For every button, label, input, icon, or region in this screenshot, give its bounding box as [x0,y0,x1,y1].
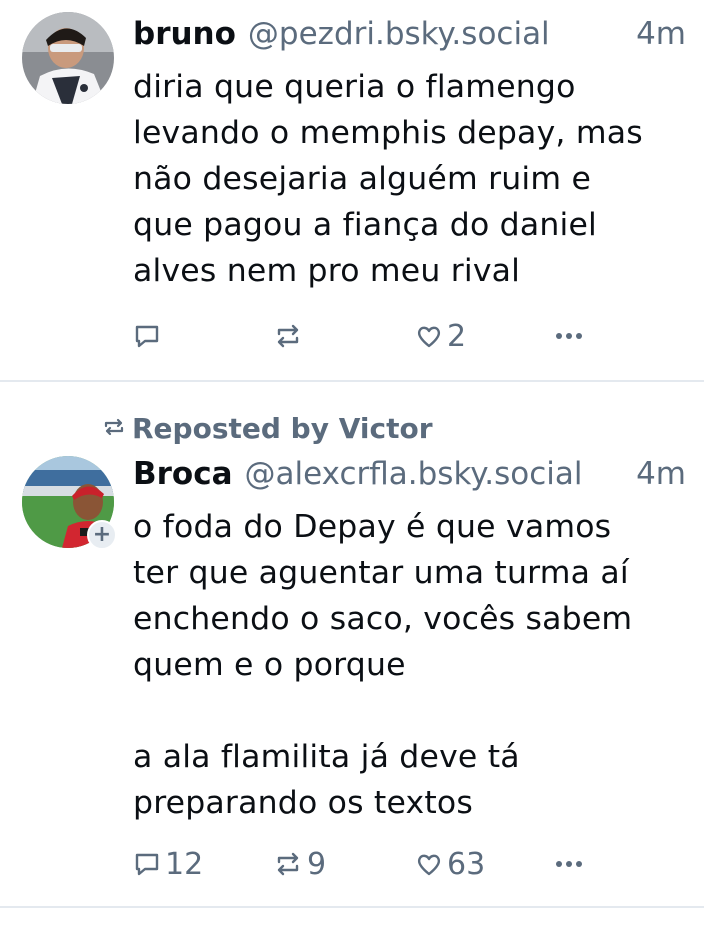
reply-count: 12 [165,846,204,882]
repost-icon [273,322,303,350]
author-display-name[interactable]: Broca [133,456,233,492]
reply-button[interactable]: 12 [133,844,203,884]
post-text: diria que queria o flamengo levando o me… [133,69,643,289]
post-actions: 2 [133,316,653,356]
more-icon [553,850,585,878]
post-header: Broca @alexcrfla.bsky.social 4m [133,456,686,496]
post-text: o foda do Depay é que vamos ter que ague… [133,509,633,821]
more-options-button[interactable] [553,844,585,884]
more-icon [553,322,585,350]
like-button[interactable]: 63 [415,844,485,884]
repost-count: 9 [307,846,327,882]
post-timestamp[interactable]: 4m [636,16,686,52]
like-count: 63 [447,846,486,882]
author-display-name[interactable]: bruno [133,16,236,52]
like-button[interactable]: 2 [415,316,466,356]
like-count: 2 [447,318,467,354]
reposted-by-text: Reposted by Victor [132,411,433,445]
follow-badge[interactable]: + [87,520,117,550]
reply-icon [133,322,161,350]
post-timestamp[interactable]: 4m [636,456,686,492]
repost-button[interactable]: 9 [273,844,326,884]
avatar[interactable] [22,12,114,104]
author-handle[interactable]: @alexcrfla.bsky.social [245,456,627,492]
post-bruno[interactable]: bruno @pezdri.bsky.social 4m diria que q… [0,0,704,380]
like-icon [415,850,443,878]
more-options-button[interactable] [553,316,585,356]
author-handle[interactable]: @pezdri.bsky.social [248,16,626,52]
reply-button[interactable] [133,316,165,356]
repost-button[interactable] [273,316,307,356]
repost-icon [273,850,303,878]
repost-small-icon [102,412,132,445]
reply-icon [133,850,161,878]
post-divider [0,906,704,908]
like-icon [415,322,443,350]
post-actions: 12 9 63 [133,844,653,884]
reposted-by-label[interactable]: Reposted by Victor [102,408,433,448]
